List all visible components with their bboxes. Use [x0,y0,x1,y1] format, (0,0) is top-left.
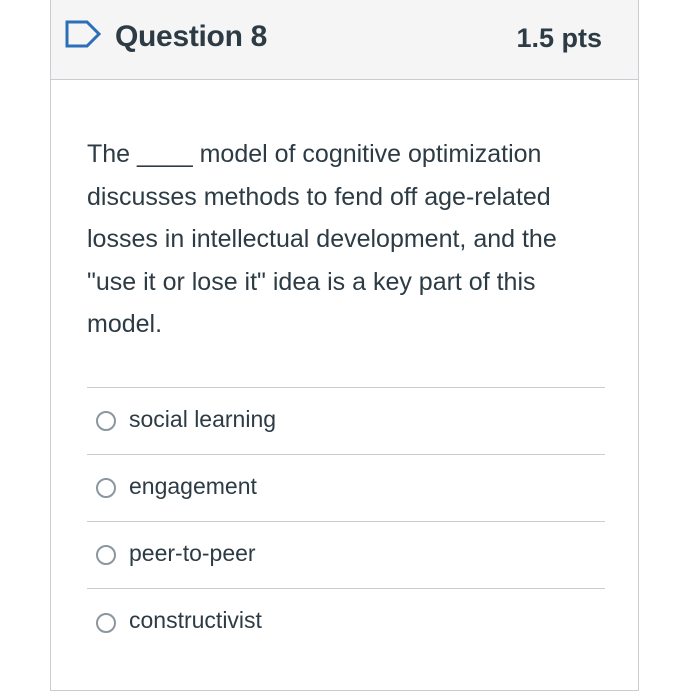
answer-option-engagement[interactable]: engagement [87,455,605,522]
radio-button[interactable] [96,612,116,633]
answer-label: social learning [129,405,277,432]
answer-option-peer-to-peer[interactable]: peer-to-peer [87,522,605,589]
radio-button[interactable] [96,411,116,431]
bookmark-flag-icon[interactable] [65,20,103,50]
radio-button[interactable] [96,545,116,565]
question-title: Question 8 [115,20,268,53]
question-text: The ____ model of cognitive optimization… [87,140,557,338]
answer-list: social learning engagement peer-to-peer … [87,387,605,656]
question-points: 1.5 pts [516,23,602,53]
answer-label: constructivist [129,607,262,633]
question-card: Question 8 1.5 pts The ____ model of cog… [50,0,639,691]
answer-option-social-learning[interactable]: social learning [87,388,605,455]
question-header: Question 8 1.5 pts [51,0,638,80]
radio-button[interactable] [96,478,116,498]
answer-option-constructivist[interactable]: constructivist [87,589,605,656]
answer-label: peer-to-peer [129,539,256,566]
answer-label: engagement [129,472,257,499]
